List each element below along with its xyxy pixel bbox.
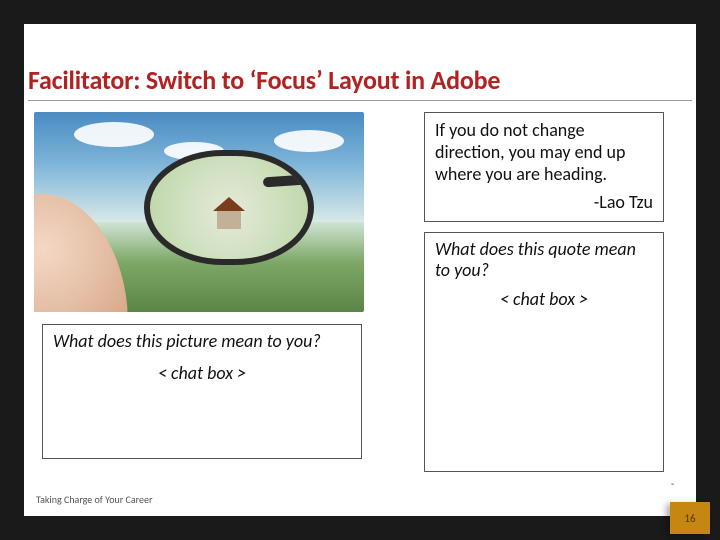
quote-attribution: -Lao Tzu — [435, 191, 653, 213]
chat-prompt-quote[interactable]: What does this quote mean to you? < chat… — [424, 232, 664, 472]
page-tick: - — [671, 477, 674, 490]
cloud — [74, 122, 154, 147]
cloud — [274, 130, 344, 152]
page-number-badge: 16 — [670, 502, 710, 534]
prompt-question: What does this quote mean to you? — [435, 239, 653, 280]
slide: Facilitator: Switch to ‘Focus’ Layout in… — [0, 0, 720, 540]
quote-text: If you do not change direction, you may … — [435, 119, 625, 185]
eyeglass-lens — [144, 150, 314, 265]
chat-placeholder: < chat box > — [53, 362, 351, 384]
footer-text: Taking Charge of Your Career — [36, 493, 152, 506]
quote-box: If you do not change direction, you may … — [424, 112, 664, 222]
chat-placeholder: < chat box > — [435, 288, 653, 310]
house-icon — [213, 197, 245, 229]
page-number: 16 — [684, 512, 695, 525]
focus-image — [34, 112, 364, 312]
slide-title: Facilitator: Switch to ‘Focus’ Layout in… — [28, 64, 692, 101]
chat-prompt-picture[interactable]: What does this picture mean to you? < ch… — [42, 324, 362, 459]
prompt-question: What does this picture mean to you? — [53, 331, 351, 352]
